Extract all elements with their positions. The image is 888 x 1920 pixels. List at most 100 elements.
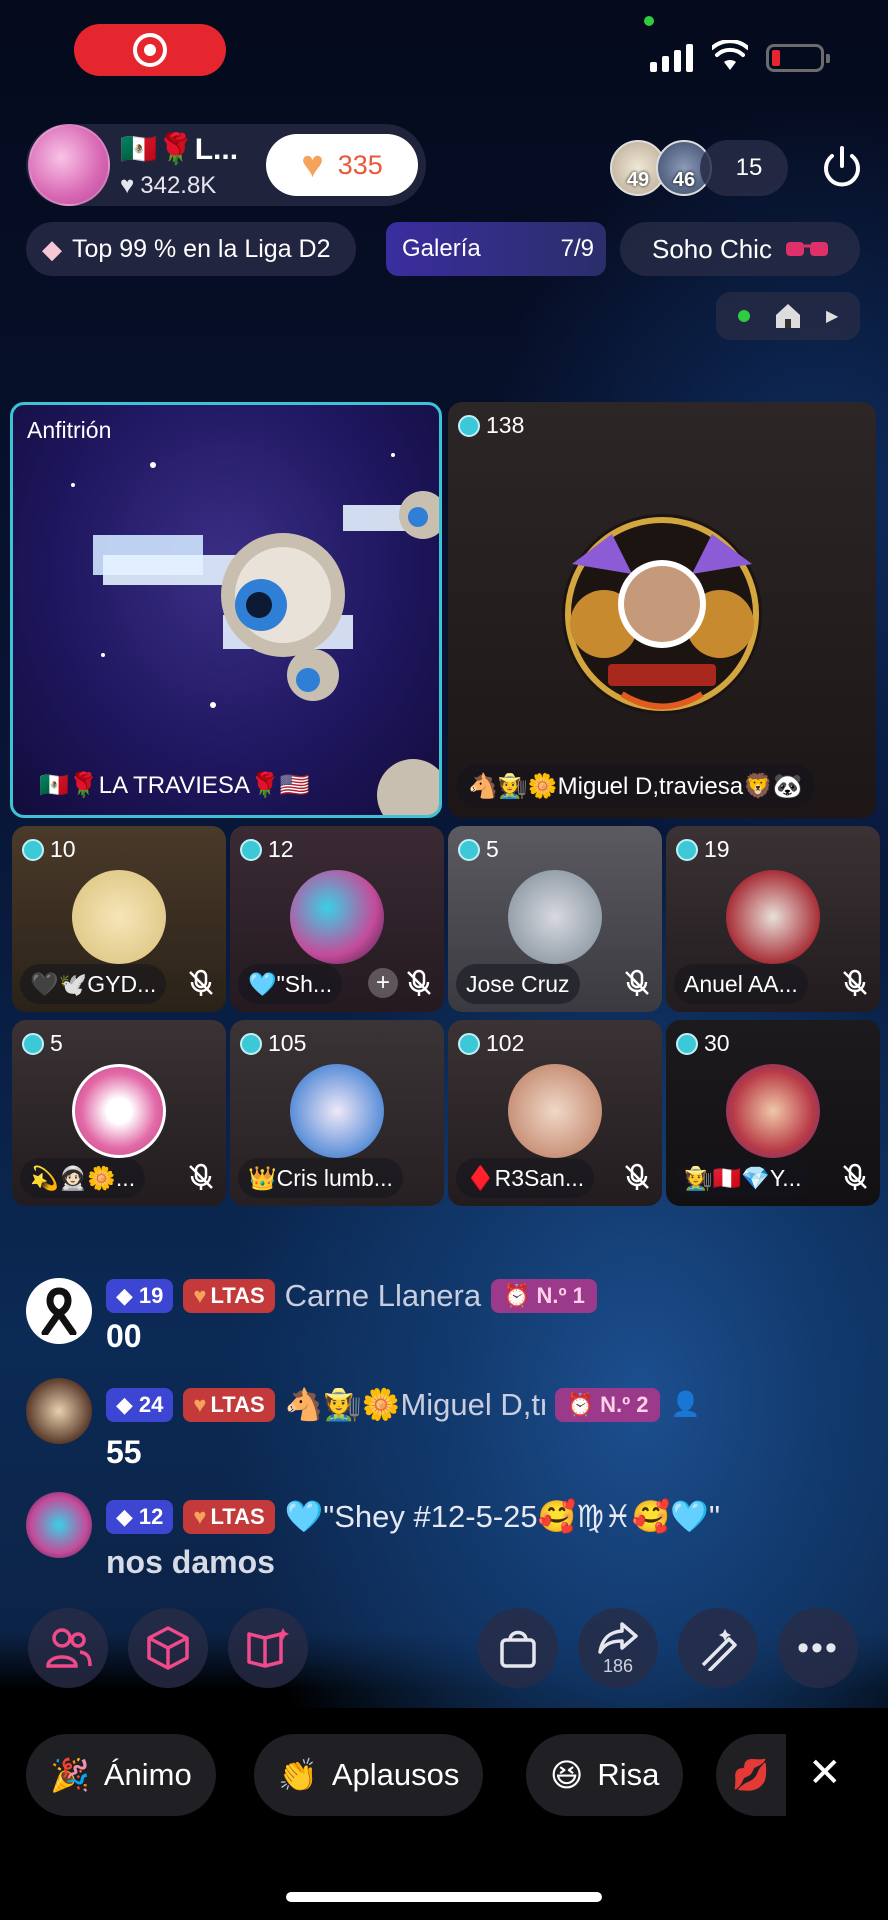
- guest-seat-2[interactable]: 10 🖤🕊️GYD...: [12, 826, 226, 1012]
- host-scene-art: [71, 453, 439, 815]
- signal-icon: [650, 44, 693, 72]
- team-heart-icon: ♥: [193, 1391, 207, 1417]
- guests-button[interactable]: [28, 1608, 108, 1688]
- guest-9-name: 🧑‍🌾🇵🇪💎Y...: [674, 1158, 812, 1198]
- chat-3-team: ♥ LTAS: [183, 1499, 275, 1534]
- close-reactions-icon[interactable]: ✕: [808, 1750, 842, 1796]
- shopping-bag-icon: [500, 1630, 536, 1668]
- team-heart-icon: ♥: [193, 1283, 207, 1308]
- sunglasses-icon: [785, 242, 828, 256]
- add-guest-button[interactable]: +: [368, 968, 398, 998]
- guest-7-count: 105: [268, 1030, 307, 1056]
- chat-avatar-1[interactable]: [26, 1278, 92, 1344]
- league-rank-pill[interactable]: ◆ Top 99 % en la Liga D2: [26, 222, 356, 276]
- guest-6-avatar: [72, 1064, 166, 1158]
- power-icon[interactable]: [818, 144, 866, 192]
- gem-icon: [458, 414, 480, 437]
- chat-1-message: 00: [106, 1318, 142, 1354]
- cube-icon: [147, 1626, 189, 1670]
- guest-4-count: 5: [486, 836, 499, 862]
- host-seat[interactable]: Anfitrión 🇲🇽🌹LA TRAVIESA🌹🇺🇸: [10, 402, 442, 818]
- soho-chic-pill[interactable]: Soho Chic: [620, 222, 860, 276]
- reaction-risa[interactable]: 😆 Risa: [526, 1734, 684, 1816]
- diamond-icon: ◆: [42, 233, 62, 264]
- gem-icon: [676, 1032, 698, 1055]
- more-button[interactable]: •••: [778, 1608, 858, 1688]
- shop-button[interactable]: [478, 1608, 558, 1688]
- share-arrow-icon: [598, 1621, 638, 1654]
- share-button[interactable]: 186: [578, 1608, 658, 1688]
- user-add-icon[interactable]: 👤: [670, 1390, 700, 1419]
- viewer-1-level: 49: [626, 169, 650, 191]
- chat-2-username[interactable]: 🐴🧑‍🌾🌼Miguel D,travi...: [285, 1386, 545, 1423]
- guest-8-name: ♦️R3San...: [456, 1158, 595, 1198]
- guest-5-count: 19: [704, 836, 730, 862]
- guest-6-badge: 5: [22, 1030, 63, 1057]
- smile-icon: 😆: [550, 1757, 584, 1793]
- screen-record-indicator[interactable]: [74, 24, 226, 76]
- mic-off-icon: [407, 969, 431, 996]
- book-sparkle-icon: [247, 1628, 289, 1668]
- gem-icon: [676, 838, 698, 861]
- guest-6-count: 5: [50, 1030, 63, 1056]
- magic-button[interactable]: [678, 1608, 758, 1688]
- chat-2-level-value: 24: [138, 1391, 164, 1417]
- host-seat-label: Anfitrión: [27, 417, 112, 443]
- guest-seat-8[interactable]: 102 ♦️R3San...: [448, 1020, 662, 1206]
- chat-1-rank-value: N.º 1: [536, 1283, 585, 1308]
- follow-heart-button[interactable]: ♥ 335: [266, 134, 418, 196]
- guest-7-avatar: [290, 1064, 384, 1158]
- chat-1-username[interactable]: Carne Llanera: [285, 1278, 481, 1314]
- guide-button[interactable]: [228, 1608, 308, 1688]
- gem-icon: [458, 838, 480, 861]
- home-indicator[interactable]: [286, 1892, 602, 1902]
- level-gem-icon: ◆: [116, 1283, 133, 1308]
- home-icon[interactable]: [773, 301, 803, 331]
- chat-3-team-value: LTAS: [210, 1503, 265, 1529]
- clap-icon: 👏: [278, 1757, 318, 1793]
- reaction-aplausos[interactable]: 👏 Aplausos: [254, 1734, 484, 1816]
- mini-controls[interactable]: ▶: [716, 292, 860, 340]
- guest-2-name: 🖤🕊️GYD...: [20, 964, 167, 1004]
- chat-avatar-2[interactable]: [26, 1378, 92, 1444]
- chat-2-message: 55: [106, 1434, 142, 1470]
- guest-seat-1[interactable]: 138 🐴🧑‍🌾🌼Miguel D,traviesa🦁🐼: [448, 402, 876, 818]
- chat-3-username[interactable]: 🩵"Shey #12-5-25🥰♍♓🥰🩵": [285, 1498, 720, 1535]
- effects-button[interactable]: [128, 1608, 208, 1688]
- record-icon: [133, 33, 167, 67]
- kiss-icon: 💋: [732, 1758, 770, 1792]
- reaction-animo[interactable]: 🎉 Ánimo: [26, 1734, 216, 1816]
- guest-4-badge: 5: [458, 836, 499, 863]
- level-gem-icon: ◆: [116, 1503, 133, 1529]
- wifi-icon: [712, 40, 748, 70]
- gem-icon: [458, 1032, 480, 1055]
- live-status-dot: [737, 310, 750, 322]
- host-name: 🇲🇽🌹L...: [120, 133, 239, 166]
- chat-avatar-3[interactable]: [26, 1492, 92, 1558]
- guest-seat-4[interactable]: 5 Jose Cruz: [448, 826, 662, 1012]
- league-text: Top 99 % en la Liga D2: [72, 234, 331, 263]
- chat-2-level: ◆ 24: [106, 1387, 174, 1422]
- guest-seat-6[interactable]: 5 💫🧑🏻‍🚀🌼...: [12, 1020, 226, 1206]
- gem-icon: [22, 838, 44, 861]
- host-avatar[interactable]: [28, 124, 110, 206]
- guest-9-count: 30: [704, 1030, 730, 1056]
- guest-seat-3[interactable]: 12 🩵"Sh... +: [230, 826, 444, 1012]
- gem-icon: [22, 1032, 44, 1055]
- viewer-2-level: 46: [672, 169, 696, 191]
- heart-count: 335: [337, 149, 383, 180]
- viewer-count[interactable]: 15: [700, 140, 788, 196]
- guest-1-name: 🐴🧑‍🌾🌼Miguel D,traviesa🦁🐼: [456, 764, 815, 808]
- guest-seat-7[interactable]: 105 👑Cris lumb...: [230, 1020, 444, 1206]
- gallery-pill[interactable]: Galería 7/9: [386, 222, 606, 276]
- chat-1-level-value: 19: [138, 1283, 164, 1308]
- guest-seat-9[interactable]: 30 🧑‍🌾🇵🇪💎Y...: [666, 1020, 880, 1206]
- host-likes: ♥ 342.8K: [120, 172, 216, 200]
- chat-2-team: ♥ LTAS: [183, 1387, 275, 1422]
- reaction-animo-label: Ánimo: [103, 1757, 192, 1792]
- guest-seat-5[interactable]: 19 Anuel AA...: [666, 826, 880, 1012]
- guest-1-badge: 138: [458, 412, 524, 439]
- play-arrow-icon[interactable]: ▶: [826, 306, 838, 326]
- mic-off-icon: [625, 1163, 649, 1190]
- chat-1-level: ◆ 19: [106, 1279, 174, 1313]
